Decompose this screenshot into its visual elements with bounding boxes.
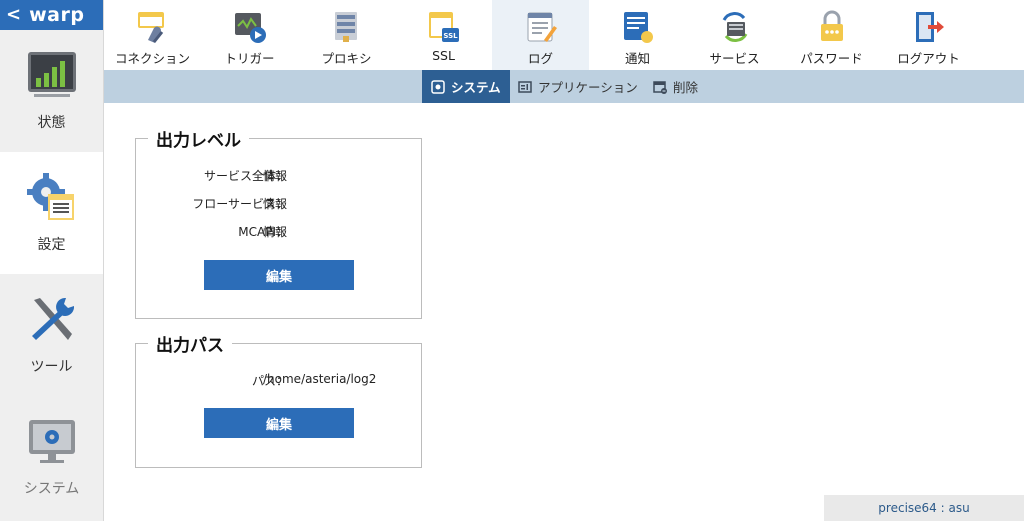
setting-row-mcapi: MCAPI： 情報 — [136, 223, 423, 239]
setting-row-service-all: サービス全体： 情報 — [136, 167, 423, 183]
setting-value: /home/asteria/log2 — [263, 372, 377, 386]
setting-value: 情報 — [263, 197, 288, 211]
delete-calendar-icon — [653, 80, 667, 94]
sidebar-item-system[interactable]: システム — [0, 396, 103, 518]
subtab-label: 削除 — [673, 80, 699, 95]
tab-connection[interactable]: コネクション — [104, 0, 201, 70]
setting-row-path: パス： /home/asteria/log2 — [136, 372, 423, 388]
tab-label: ログアウト — [897, 51, 960, 66]
setting-value: 情報 — [263, 225, 288, 239]
password-lock-icon — [820, 10, 843, 41]
trigger-icon — [234, 13, 266, 43]
tools-icon — [31, 297, 74, 340]
notification-icon — [623, 12, 653, 43]
sub-navigation: システム アプリケーション 削除 — [104, 70, 1024, 103]
output-path-panel: 出力パス パス： /home/asteria/log2 編集 — [135, 331, 423, 468]
ssl-icon: SSL — [428, 12, 459, 42]
tab-label: SSL — [432, 48, 455, 63]
tab-proxy[interactable]: プロキシ — [298, 0, 395, 70]
settings-gear-icon — [26, 173, 74, 220]
tab-label: ログ — [527, 51, 553, 66]
tab-ssl[interactable]: SSL SSL — [395, 0, 492, 70]
tab-service[interactable]: サービス — [686, 0, 783, 70]
app-window: < warp 状態 設定 ツール システム コネクション トリガー プロキシ S… — [0, 0, 1024, 521]
tab-label: 通知 — [624, 51, 650, 66]
chevron-left-icon: < — [6, 4, 22, 25]
edit-output-level-button[interactable]: 編集 — [204, 260, 354, 290]
tab-label: パスワード — [800, 51, 863, 66]
subtab-delete[interactable]: 削除 — [644, 70, 707, 103]
application-log-icon — [518, 80, 532, 93]
output-level-title: 出力レベル — [148, 126, 249, 151]
log-icon — [527, 12, 557, 42]
subtab-label: システム — [451, 80, 501, 95]
tab-log[interactable]: ログ — [492, 0, 589, 70]
sidebar-item-settings[interactable]: 設定 — [0, 152, 103, 274]
system-log-icon — [431, 79, 445, 94]
service-icon — [722, 12, 747, 42]
subtab-system[interactable]: システム — [422, 70, 510, 103]
tab-label: サービス — [709, 51, 760, 66]
status-chart-icon — [27, 52, 76, 97]
edit-output-path-button[interactable]: 編集 — [204, 408, 354, 438]
sidebar-item-label: 状態 — [37, 115, 66, 131]
logout-icon — [915, 12, 944, 42]
tab-trigger[interactable]: トリガー — [201, 0, 298, 70]
subtab-label: アプリケーション — [538, 80, 638, 95]
sidebar-item-label: システム — [23, 481, 80, 497]
connection-icon — [137, 12, 164, 43]
tab-label: プロキシ — [321, 51, 372, 66]
tab-notification[interactable]: 通知 — [589, 0, 686, 70]
output-level-panel: 出力レベル サービス全体： 情報 フローサービス： 情報 MCAPI： 情報 編… — [135, 126, 423, 319]
output-path-title: 出力パス — [148, 331, 232, 356]
tab-label: トリガー — [224, 51, 275, 66]
brand-back-button[interactable]: < warp — [0, 0, 103, 30]
proxy-icon — [334, 12, 357, 42]
status-footer: precise64 : asu — [824, 495, 1024, 521]
system-monitor-icon — [28, 420, 75, 463]
svg-text:SSL: SSL — [443, 32, 458, 40]
sidebar-item-label: ツール — [30, 359, 73, 375]
tab-logout[interactable]: ログアウト — [880, 0, 977, 70]
left-sidebar: < warp 状態 設定 ツール システム — [0, 0, 104, 521]
setting-value: 情報 — [263, 169, 288, 183]
tab-password[interactable]: パスワード — [783, 0, 880, 70]
brand-logo: warp — [29, 4, 85, 26]
tab-label: コネクション — [114, 51, 190, 66]
sidebar-item-status[interactable]: 状態 — [0, 30, 103, 152]
sidebar-item-label: 設定 — [37, 237, 66, 253]
setting-row-flow-service: フローサービス： 情報 — [136, 195, 423, 211]
top-navigation: コネクション トリガー プロキシ SSL SSL ログ 通知 サービス パスワー… — [104, 0, 1024, 70]
subtab-application[interactable]: アプリケーション — [509, 70, 647, 103]
sidebar-item-tools[interactable]: ツール — [0, 274, 103, 396]
